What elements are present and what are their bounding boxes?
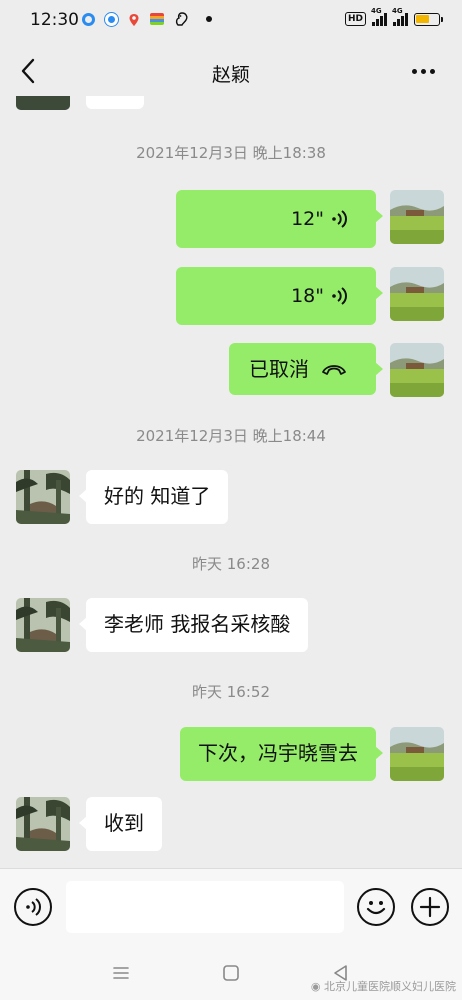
system-navigation-bar: ◉ 北京儿童医院顺义妇儿医院: [0, 948, 462, 1000]
emoji-icon: [366, 901, 386, 915]
signal-icon: 4G: [371, 7, 387, 26]
voice-input-button[interactable]: [14, 888, 52, 926]
location-notification-icon: [128, 12, 140, 26]
avatar-clipped: [16, 96, 70, 110]
voice-wave-icon: [332, 287, 347, 305]
status-indicators: HD 4G 4G: [344, 7, 443, 26]
my-avatar[interactable]: [390, 190, 444, 244]
squirrel-notification-icon: [174, 11, 190, 27]
contact-avatar[interactable]: [16, 470, 70, 524]
voice-wave-icon: [332, 210, 347, 228]
timestamp: 2021年12月3日 晚上18:38: [136, 144, 326, 162]
status-bar: 12:30 HD 4G 4G: [0, 0, 462, 40]
signal-icon-2: 4G: [392, 7, 408, 26]
voice-message[interactable]: 18": [176, 267, 383, 325]
battery-icon: [414, 12, 443, 26]
notification-icons: [82, 11, 212, 27]
message-bubble[interactable]: 下次，冯宇晓雪去: [180, 727, 383, 781]
timestamp: 2021年12月3日 晚上18:44: [136, 427, 326, 445]
browser-notification-icon: [82, 12, 95, 26]
weibo-icon: ◉: [310, 980, 321, 993]
app-notification-icon: [105, 12, 118, 26]
my-avatar[interactable]: [390, 343, 444, 397]
hd-badge: HD: [344, 12, 366, 26]
message-bubble-clipped: [86, 96, 144, 109]
home-icon: [223, 965, 239, 981]
contact-avatar[interactable]: [16, 797, 70, 851]
emoji-button[interactable]: [357, 888, 395, 926]
watermark-text: 北京儿童医院顺义妇儿医院: [324, 980, 456, 993]
more-functions-button[interactable]: [411, 888, 449, 926]
voice-duration: 12": [291, 208, 324, 230]
voice-message[interactable]: 12": [176, 190, 383, 248]
my-avatar[interactable]: [390, 727, 444, 781]
menu-button[interactable]: [110, 962, 132, 984]
message-input[interactable]: [66, 881, 344, 933]
home-button[interactable]: [220, 962, 242, 984]
network-type-label: 4G: [371, 7, 382, 15]
plus-icon: [419, 896, 441, 918]
network-type-label-2: 4G: [392, 7, 403, 15]
my-avatar[interactable]: [390, 267, 444, 321]
phone-hangup-icon: [322, 365, 346, 375]
status-time: 12:30: [30, 10, 79, 30]
contact-avatar[interactable]: [16, 598, 70, 652]
voice-input-icon: [26, 898, 41, 916]
call-record-message[interactable]: 已取消: [229, 343, 383, 395]
voice-duration: 18": [291, 285, 324, 307]
call-status-text: 已取消: [249, 357, 309, 381]
timestamp: 昨天 16:52: [192, 683, 270, 701]
timestamp: 昨天 16:28: [192, 555, 270, 573]
message-bubble[interactable]: 收到: [79, 797, 162, 851]
message-bubble[interactable]: 好的 知道了: [78, 470, 229, 524]
watermark: ◉ 北京儿童医院顺义妇儿医院: [311, 978, 456, 994]
input-bar: [0, 868, 462, 948]
more-options-button[interactable]: [406, 58, 440, 84]
chat-title: 赵颖: [211, 64, 250, 86]
colorful-app-notification-icon: [150, 13, 164, 25]
menu-icon: [113, 967, 129, 979]
more-notifications-dot: [206, 16, 212, 22]
message-bubble[interactable]: 李老师 我报名采核酸: [78, 598, 309, 652]
